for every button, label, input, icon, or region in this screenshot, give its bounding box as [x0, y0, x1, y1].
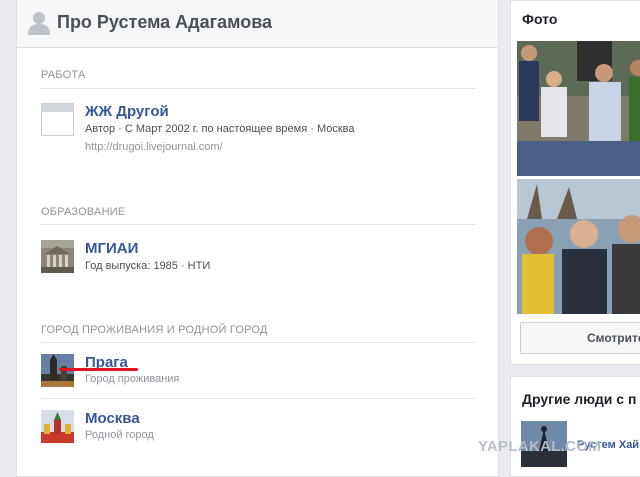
section-label-places: ГОРОД ПРОЖИВАНИЯ И РОДНОЙ ГОРОД — [41, 324, 268, 336]
university-thumbnail[interactable] — [41, 240, 74, 273]
see-all-photos-button[interactable]: Смотрите — [520, 322, 640, 354]
people-card: Другие люди с п Рустем Хай — [510, 376, 640, 477]
person-icon — [28, 12, 50, 35]
page-title: Про Рустема Адагамова — [57, 12, 273, 32]
about-header: Про Рустема Адагамова — [17, 0, 498, 48]
about-card: Про Рустема Адагамова РАБОТА ЖЖ Другой А… — [16, 0, 499, 477]
people-title: Другие люди с п — [522, 391, 637, 407]
divider — [41, 88, 475, 89]
divider — [41, 342, 475, 343]
hometown-title[interactable]: Москва — [85, 410, 140, 427]
divider — [41, 224, 475, 225]
divider — [41, 398, 475, 399]
section-label-work: РАБОТА — [41, 69, 86, 81]
work-entry-details: Автор · С Март 2002 г. по настоящее врем… — [85, 123, 355, 135]
work-placeholder-icon[interactable] — [41, 103, 74, 136]
red-underline-annotation — [59, 368, 138, 371]
photo-group-1[interactable] — [517, 41, 640, 176]
current-city-details: Город проживания — [85, 373, 180, 385]
education-entry-details: Год выпуска: 1985 · НТИ — [85, 260, 211, 272]
education-entry-title[interactable]: МГИАИ — [85, 240, 138, 257]
photos-card: Фото Смотрите — [510, 0, 640, 365]
watermark: YAPLAKAL.COM — [478, 438, 602, 455]
section-label-education: ОБРАЗОВАНИЕ — [41, 206, 126, 218]
work-entry-link[interactable]: http://drugoi.livejournal.com/ — [85, 141, 223, 153]
moscow-thumbnail[interactable] — [41, 410, 74, 443]
photo-group-2[interactable] — [517, 179, 640, 314]
hometown-details: Родной город — [85, 429, 154, 441]
photos-title[interactable]: Фото — [522, 11, 557, 27]
work-entry-title[interactable]: ЖЖ Другой — [85, 103, 169, 120]
